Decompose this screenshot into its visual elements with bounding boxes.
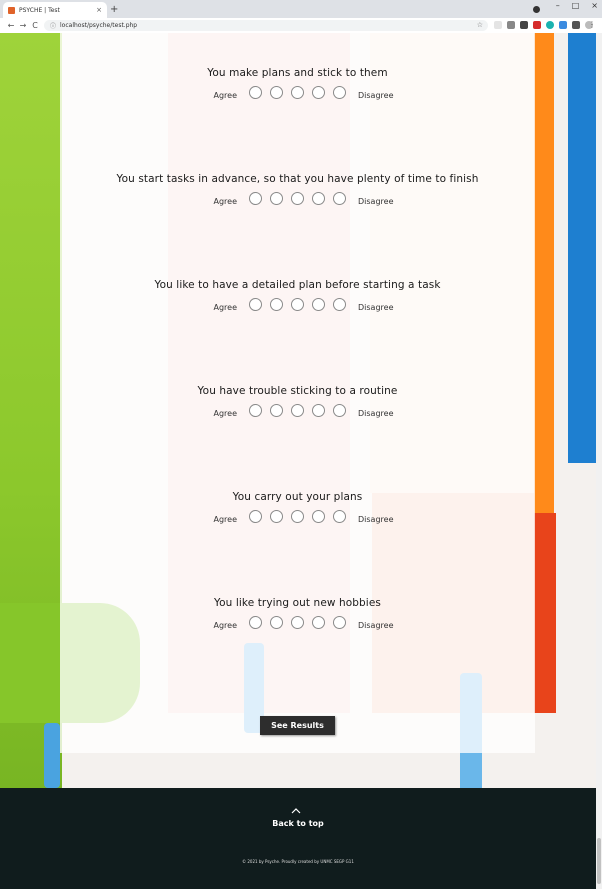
back-to-top-link[interactable]: Back to top bbox=[0, 819, 596, 828]
radio-option-2[interactable] bbox=[270, 298, 283, 311]
likert-scale: Agree Disagree bbox=[60, 86, 535, 102]
likert-scale: Agree Disagree bbox=[60, 192, 535, 208]
extension-icon[interactable] bbox=[507, 21, 515, 29]
extension-icon[interactable] bbox=[520, 21, 528, 29]
back-icon[interactable]: ← bbox=[5, 21, 17, 30]
question-text: You make plans and stick to them bbox=[207, 67, 388, 79]
extension-icons bbox=[494, 21, 593, 29]
browser-toolbar: ← → C ⓘ localhost/psyche/test.php ☆ ⋮ bbox=[0, 18, 602, 33]
question-text: You carry out your plans bbox=[232, 491, 363, 503]
browser-chrome: PSYCHE | Test × + – □ × ← → C ⓘ localhos… bbox=[0, 0, 602, 33]
see-results-button[interactable]: See Results bbox=[260, 716, 335, 735]
radio-option-3[interactable] bbox=[291, 510, 304, 523]
radio-option-2[interactable] bbox=[270, 86, 283, 99]
browser-menu-icon[interactable]: ⋮ bbox=[588, 20, 596, 29]
extension-icon[interactable] bbox=[494, 21, 502, 29]
likert-scale: Agree Disagree bbox=[60, 298, 535, 314]
radio-option-5[interactable] bbox=[333, 192, 346, 205]
radio-option-2[interactable] bbox=[270, 404, 283, 417]
radio-option-3[interactable] bbox=[291, 192, 304, 205]
disagree-label: Disagree bbox=[358, 409, 394, 418]
radio-option-2[interactable] bbox=[270, 616, 283, 629]
disagree-label: Disagree bbox=[358, 621, 394, 630]
address-bar[interactable]: ⓘ localhost/psyche/test.php ☆ bbox=[44, 20, 488, 31]
likert-scale: Agree Disagree bbox=[60, 510, 535, 526]
maximize-button[interactable]: □ bbox=[572, 1, 580, 10]
extension-icon[interactable] bbox=[546, 21, 554, 29]
puzzle-icon[interactable] bbox=[572, 21, 580, 29]
tab-close-icon[interactable]: × bbox=[96, 6, 102, 14]
radio-option-5[interactable] bbox=[333, 616, 346, 629]
url-text: localhost/psyche/test.php bbox=[60, 22, 138, 29]
copyright-text: © 2021 by Psyche. Proudly created by UNM… bbox=[242, 859, 354, 864]
window-controls: – □ × bbox=[556, 1, 598, 10]
test-form: You make plans and stick to them Agree D… bbox=[60, 33, 535, 753]
question: You like trying out new hobbies Agree Di… bbox=[60, 597, 535, 632]
bookmark-star-icon[interactable]: ☆ bbox=[477, 21, 483, 29]
radio-option-1[interactable] bbox=[249, 510, 262, 523]
radio-option-1[interactable] bbox=[249, 192, 262, 205]
info-icon[interactable]: ⓘ bbox=[50, 21, 56, 30]
radio-option-3[interactable] bbox=[291, 298, 304, 311]
radio-option-5[interactable] bbox=[333, 86, 346, 99]
radio-option-4[interactable] bbox=[312, 510, 325, 523]
radio-option-4[interactable] bbox=[312, 616, 325, 629]
tab-title: PSYCHE | Test bbox=[19, 6, 60, 14]
radio-option-5[interactable] bbox=[333, 298, 346, 311]
agree-label: Agree bbox=[213, 621, 237, 630]
radio-option-2[interactable] bbox=[270, 510, 283, 523]
radio-option-4[interactable] bbox=[312, 192, 325, 205]
agree-label: Agree bbox=[213, 91, 237, 100]
disagree-label: Disagree bbox=[358, 197, 394, 206]
radio-option-3[interactable] bbox=[291, 86, 304, 99]
question: You like to have a detailed plan before … bbox=[60, 279, 535, 314]
radio-option-2[interactable] bbox=[270, 192, 283, 205]
question-text: You like trying out new hobbies bbox=[214, 597, 381, 609]
question-text: You have trouble sticking to a routine bbox=[197, 385, 398, 397]
scrollbar[interactable] bbox=[596, 33, 602, 889]
site-favicon-icon bbox=[8, 6, 15, 14]
forward-icon[interactable]: → bbox=[17, 21, 29, 30]
likert-scale: Agree Disagree bbox=[60, 616, 535, 632]
new-tab-button[interactable]: + bbox=[110, 4, 118, 16]
question-text: You start tasks in advance, so that you … bbox=[116, 173, 479, 185]
radio-option-1[interactable] bbox=[249, 298, 262, 311]
radio-option-4[interactable] bbox=[312, 86, 325, 99]
question: You make plans and stick to them Agree D… bbox=[60, 67, 535, 102]
disagree-label: Disagree bbox=[358, 515, 394, 524]
scrollbar-thumb[interactable] bbox=[597, 838, 601, 884]
pdf-extension-icon[interactable] bbox=[533, 21, 541, 29]
radio-option-4[interactable] bbox=[312, 298, 325, 311]
radio-option-4[interactable] bbox=[312, 404, 325, 417]
agree-label: Agree bbox=[213, 303, 237, 312]
close-window-button[interactable]: × bbox=[591, 1, 598, 10]
radio-option-3[interactable] bbox=[291, 616, 304, 629]
profile-icon[interactable] bbox=[533, 6, 540, 13]
chevron-up-icon[interactable] bbox=[291, 806, 301, 816]
minimize-button[interactable]: – bbox=[556, 1, 560, 10]
reload-icon[interactable]: C bbox=[29, 21, 41, 30]
disagree-label: Disagree bbox=[358, 303, 394, 312]
extension-icon[interactable] bbox=[559, 21, 567, 29]
agree-label: Agree bbox=[213, 409, 237, 418]
page-viewport: You make plans and stick to them Agree D… bbox=[0, 33, 596, 889]
likert-scale: Agree Disagree bbox=[60, 404, 535, 420]
disagree-label: Disagree bbox=[358, 91, 394, 100]
footer: Back to top © 2021 by Psyche. Proudly cr… bbox=[0, 788, 596, 889]
question-text: You like to have a detailed plan before … bbox=[154, 279, 441, 291]
radio-option-3[interactable] bbox=[291, 404, 304, 417]
radio-option-5[interactable] bbox=[333, 510, 346, 523]
question: You have trouble sticking to a routine A… bbox=[60, 385, 535, 420]
agree-label: Agree bbox=[213, 515, 237, 524]
radio-option-1[interactable] bbox=[249, 404, 262, 417]
question: You start tasks in advance, so that you … bbox=[60, 173, 535, 208]
browser-tab[interactable]: PSYCHE | Test × bbox=[3, 2, 107, 18]
question: You carry out your plans Agree Disagree bbox=[60, 491, 535, 526]
radio-option-5[interactable] bbox=[333, 404, 346, 417]
agree-label: Agree bbox=[213, 197, 237, 206]
radio-option-1[interactable] bbox=[249, 86, 262, 99]
radio-option-1[interactable] bbox=[249, 616, 262, 629]
